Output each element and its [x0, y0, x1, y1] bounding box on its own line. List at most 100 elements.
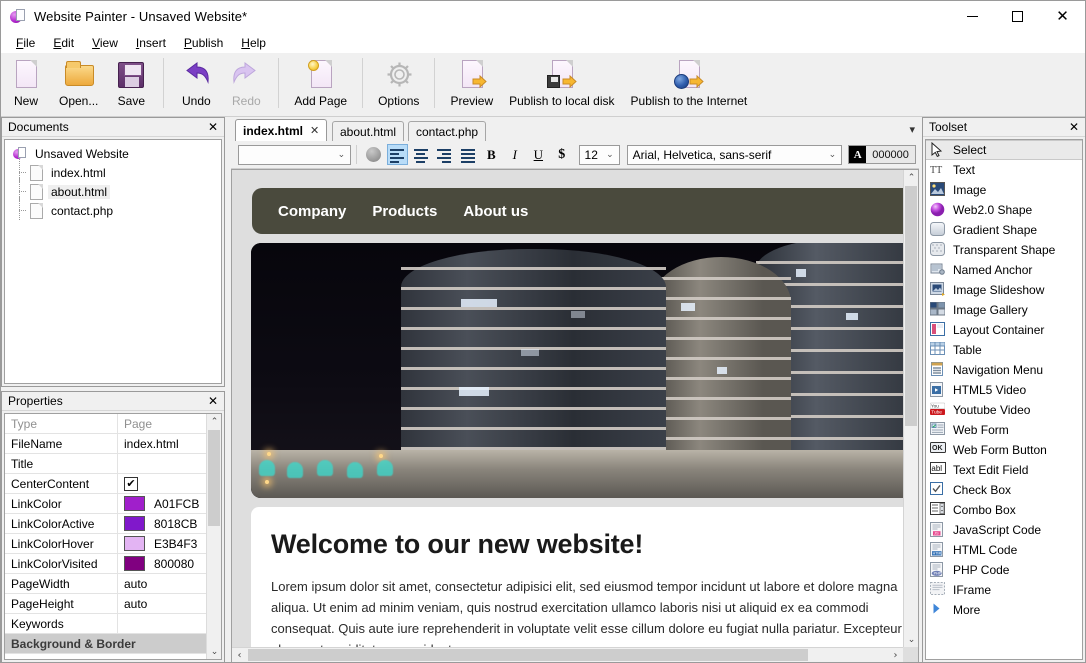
tool-layout-container[interactable]: Layout Container	[926, 320, 1082, 340]
underline-button[interactable]: U	[528, 144, 549, 165]
tab-index-html[interactable]: index.html ✕	[235, 119, 328, 141]
tool-image[interactable]: Image	[926, 180, 1082, 200]
maximize-button[interactable]	[995, 1, 1040, 32]
scrollbar-thumb[interactable]	[208, 430, 220, 526]
font-size-select[interactable]: 12 ⌄	[578, 144, 620, 165]
tool-more[interactable]: More	[926, 600, 1082, 620]
nav-link-about-us[interactable]: About us	[463, 203, 528, 220]
property-row-linkcolorvisited[interactable]: LinkColorVisited 800080	[5, 553, 206, 574]
nav-link-products[interactable]: Products	[372, 203, 437, 220]
tree-item-contact-php[interactable]: contact.php	[5, 197, 221, 220]
align-left-button[interactable]	[386, 144, 409, 165]
font-family-select[interactable]: Arial, Helvetica, sans-serif ⌄	[626, 144, 843, 165]
minimize-button[interactable]	[950, 1, 995, 32]
tool-transparent-shape[interactable]: Transparent Shape	[926, 240, 1082, 260]
color-swatch[interactable]	[124, 536, 145, 551]
tool-check-box[interactable]: Check Box	[926, 480, 1082, 500]
italic-button[interactable]: I	[504, 144, 525, 165]
tool-web-form-button[interactable]: OK Web Form Button	[926, 440, 1082, 460]
tool-image-slideshow[interactable]: Image Slideshow	[926, 280, 1082, 300]
toolset-panel-close-icon[interactable]: ✕	[1067, 120, 1081, 134]
tab-overflow-icon[interactable]: ▾	[909, 123, 915, 136]
property-row-pageheight[interactable]: PageHeight auto	[5, 593, 206, 614]
scrollbar-thumb[interactable]	[905, 186, 917, 426]
align-justify-button[interactable]	[457, 144, 478, 165]
scroll-down-icon[interactable]: ⌄	[904, 632, 918, 647]
menu-help[interactable]: Help	[232, 34, 275, 52]
tool-select[interactable]: Select	[926, 140, 1082, 160]
open-button[interactable]: Open...	[51, 56, 106, 114]
menu-publish[interactable]: Publish	[175, 34, 232, 52]
publish-local-button[interactable]: Publish to local disk	[501, 56, 622, 114]
property-row-title[interactable]: Title	[5, 453, 206, 474]
add-page-button[interactable]: Add Page	[286, 56, 355, 114]
menu-file[interactable]: File	[7, 34, 44, 52]
tab-about-html[interactable]: about.html	[332, 121, 405, 141]
tab-contact-php[interactable]: contact.php	[408, 121, 487, 141]
tool-javascript-code[interactable]: JS JavaScript Code	[926, 520, 1082, 540]
nav-link-company[interactable]: Company	[278, 203, 346, 220]
tool-iframe[interactable]: IFrame	[926, 580, 1082, 600]
menu-insert[interactable]: Insert	[127, 34, 175, 52]
property-row-linkcolorhover[interactable]: LinkColorHover E3B4F3	[5, 533, 206, 554]
menu-view[interactable]: View	[83, 34, 127, 52]
close-button[interactable]: ✕	[1040, 1, 1085, 32]
tree-item-about-html[interactable]: about.html	[5, 178, 221, 201]
save-button[interactable]: Save	[106, 56, 156, 114]
color-swatch[interactable]	[124, 496, 145, 511]
text-color-button[interactable]: A 000000	[848, 145, 916, 164]
tool-image-gallery[interactable]: Image Gallery	[926, 300, 1082, 320]
property-value[interactable]: auto	[118, 594, 206, 614]
website-page-canvas[interactable]: Company Products About us Welcome to our…	[232, 170, 903, 647]
paragraph-style-select[interactable]: ⌄	[238, 144, 352, 165]
color-swatch[interactable]	[124, 556, 145, 571]
property-value[interactable]: index.html	[118, 434, 206, 454]
tool-web20-shape[interactable]: Web2.0 Shape	[926, 200, 1082, 220]
tool-navigation-menu[interactable]: Navigation Menu	[926, 360, 1082, 380]
currency-button[interactable]: $	[551, 144, 572, 165]
tool-php-code[interactable]: PHP PHP Code	[926, 560, 1082, 580]
shape-color-button[interactable]	[363, 144, 384, 165]
centercontent-checkbox[interactable]: ✔	[124, 476, 138, 491]
tool-text-edit-field[interactable]: abl Text Edit Field	[926, 460, 1082, 480]
menu-edit[interactable]: Edit	[44, 34, 83, 52]
tool-combo-box[interactable]: Combo Box	[926, 500, 1082, 520]
scroll-up-icon[interactable]: ⌃	[207, 414, 221, 429]
tool-html-code[interactable]: HTML HTML Code	[926, 540, 1082, 560]
color-swatch[interactable]	[124, 516, 145, 531]
scroll-down-icon[interactable]: ⌄	[207, 644, 221, 659]
align-right-button[interactable]	[434, 144, 455, 165]
property-row-linkcoloractive[interactable]: LinkColorActive 8018CB	[5, 513, 206, 534]
property-section-background-border[interactable]: Background & Border	[5, 634, 206, 654]
page-content-block[interactable]: Welcome to our new website! Lorem ipsum …	[251, 507, 903, 647]
tool-youtube-video[interactable]: You Tube Youtube Video	[926, 400, 1082, 420]
publish-internet-button[interactable]: Publish to the Internet	[623, 56, 756, 114]
tool-text[interactable]: TT Text	[926, 160, 1082, 180]
tool-web-form[interactable]: Web Form	[926, 420, 1082, 440]
scroll-up-icon[interactable]: ⌃	[904, 170, 918, 185]
property-value[interactable]	[118, 614, 206, 634]
property-value[interactable]: auto	[118, 574, 206, 594]
bold-button[interactable]: B	[481, 144, 502, 165]
property-row-keywords[interactable]: Keywords	[5, 613, 206, 634]
tool-table[interactable]: Table	[926, 340, 1082, 360]
preview-button[interactable]: Preview	[442, 56, 501, 114]
property-row-centercontent[interactable]: CenterContent ✔	[5, 473, 206, 494]
align-center-button[interactable]	[410, 144, 431, 165]
properties-panel-close-icon[interactable]: ✕	[206, 394, 220, 408]
tree-item-index-html[interactable]: index.html	[5, 159, 221, 182]
options-button[interactable]: Options	[370, 56, 427, 114]
canvas-horizontal-scrollbar[interactable]: ‹ ›	[232, 647, 903, 662]
scroll-right-icon[interactable]: ›	[888, 648, 903, 663]
scroll-left-icon[interactable]: ‹	[232, 648, 247, 663]
property-row-linkcolor[interactable]: LinkColor A01FCB	[5, 493, 206, 514]
documents-panel-close-icon[interactable]: ✕	[206, 120, 220, 134]
undo-button[interactable]: Undo	[171, 56, 221, 114]
redo-button[interactable]: Redo	[221, 56, 271, 114]
property-value[interactable]	[118, 454, 206, 474]
property-row-pagewidth[interactable]: PageWidth auto	[5, 573, 206, 594]
tree-root-unsaved-website[interactable]: Unsaved Website	[5, 144, 221, 163]
tool-gradient-shape[interactable]: Gradient Shape	[926, 220, 1082, 240]
canvas-vertical-scrollbar[interactable]: ⌃ ⌄	[903, 170, 918, 647]
properties-scrollbar[interactable]: ⌃ ⌄	[206, 414, 221, 659]
